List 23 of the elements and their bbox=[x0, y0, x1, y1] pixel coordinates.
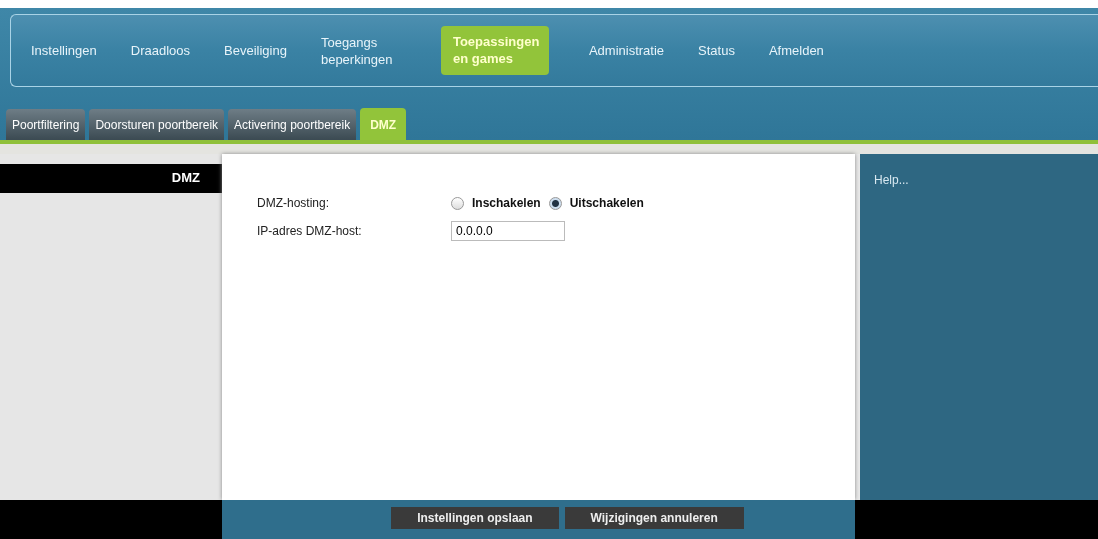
nav-tab[interactable]: Afmelden bbox=[764, 42, 828, 59]
sub-tab[interactable]: Activering poortbereik bbox=[228, 109, 357, 140]
nav-tab[interactable]: Toepassingen en games bbox=[440, 26, 549, 75]
radio-label: Inschakelen bbox=[472, 196, 541, 210]
nav-tab[interactable]: Draadloos bbox=[126, 42, 195, 59]
nav-tab[interactable]: Status bbox=[694, 42, 739, 59]
field-label: IP-adres DMZ-host: bbox=[257, 224, 363, 238]
nav-tab[interactable]: Toegangs beperkingen bbox=[316, 33, 415, 68]
radio-button[interactable] bbox=[451, 196, 464, 210]
sub-tab[interactable]: Doorsturen poortbereik bbox=[89, 109, 225, 140]
nav-tab[interactable]: Beveiliging bbox=[220, 42, 291, 59]
sub-tab[interactable]: Poortfiltering bbox=[6, 109, 86, 140]
save-button[interactable]: Instellingen opslaan bbox=[391, 506, 559, 529]
sidebar-title: DMZ bbox=[0, 164, 222, 193]
radio-button[interactable] bbox=[548, 196, 562, 210]
nav-tab[interactable]: Instellingen bbox=[27, 42, 101, 59]
sub-tab[interactable]: DMZ bbox=[360, 108, 407, 140]
nav-tab[interactable]: Administratie bbox=[584, 42, 669, 59]
help-title: Help... bbox=[874, 173, 909, 187]
field-label: DMZ-hosting: bbox=[257, 196, 331, 210]
ip-address-field[interactable]: 0.0.0.0 bbox=[451, 221, 565, 241]
cancel-button[interactable]: Wijzigingen annuleren bbox=[564, 506, 744, 529]
radio-label: Uitschakelen bbox=[569, 196, 644, 210]
